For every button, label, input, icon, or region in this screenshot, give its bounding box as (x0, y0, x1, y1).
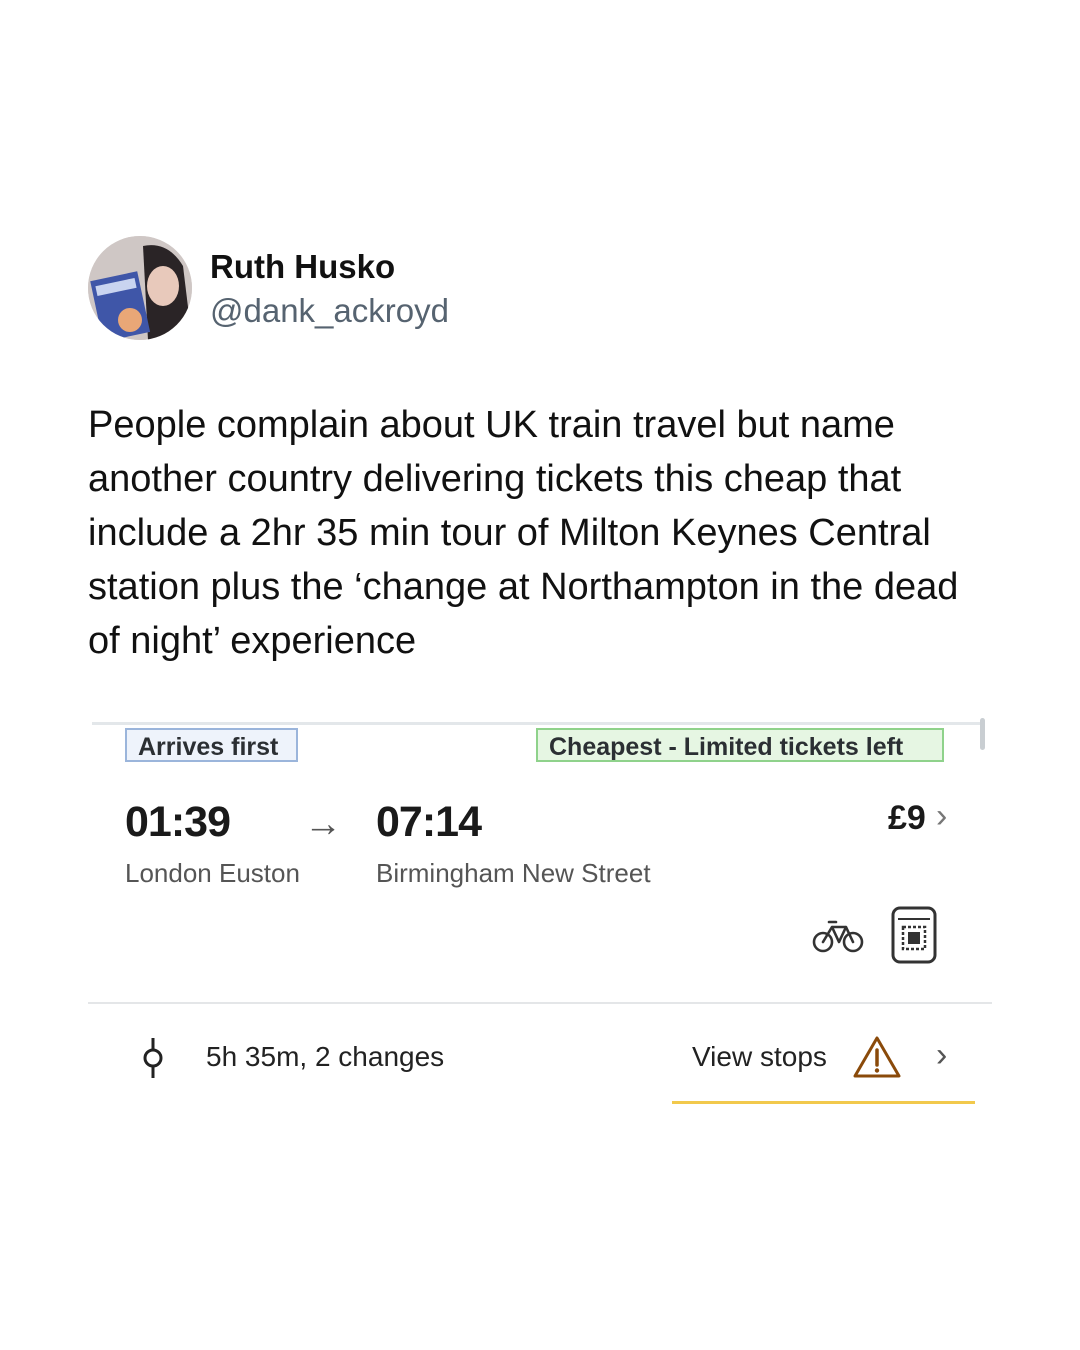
bicycle-icon (812, 915, 864, 960)
scrollbar[interactable] (980, 718, 985, 750)
author-name[interactable]: Ruth Husko (210, 248, 395, 286)
view-stops-link[interactable]: View stops (692, 1041, 827, 1073)
departure-station: London Euston (125, 858, 300, 888)
departure-time: 01:39 (125, 798, 231, 846)
tweet-text: People complain about UK train travel bu… (88, 404, 959, 662)
arrival-station: Birmingham New Street (376, 858, 651, 888)
avatar[interactable] (88, 236, 192, 340)
cheapest-badge: Cheapest - Limited tickets left (536, 728, 944, 762)
warning-icon[interactable] (852, 1034, 902, 1085)
arrives-first-badge: Arrives first (125, 728, 298, 762)
divider (88, 1002, 992, 1004)
ticket-price[interactable]: £9 (888, 799, 926, 838)
wifi-router-icon (890, 905, 938, 970)
chevron-right-icon[interactable]: › (936, 797, 947, 836)
warning-underline (672, 1101, 975, 1104)
card-top-border (92, 722, 984, 725)
arrival-time: 07:14 (376, 798, 482, 846)
author-handle[interactable]: @dank_ackroyd (210, 292, 449, 330)
arrow-icon: → (304, 803, 342, 845)
journey-line-icon (138, 1036, 168, 1085)
duration-changes: 5h 35m, 2 changes (206, 1041, 445, 1072)
chevron-right-icon[interactable]: › (936, 1036, 947, 1075)
